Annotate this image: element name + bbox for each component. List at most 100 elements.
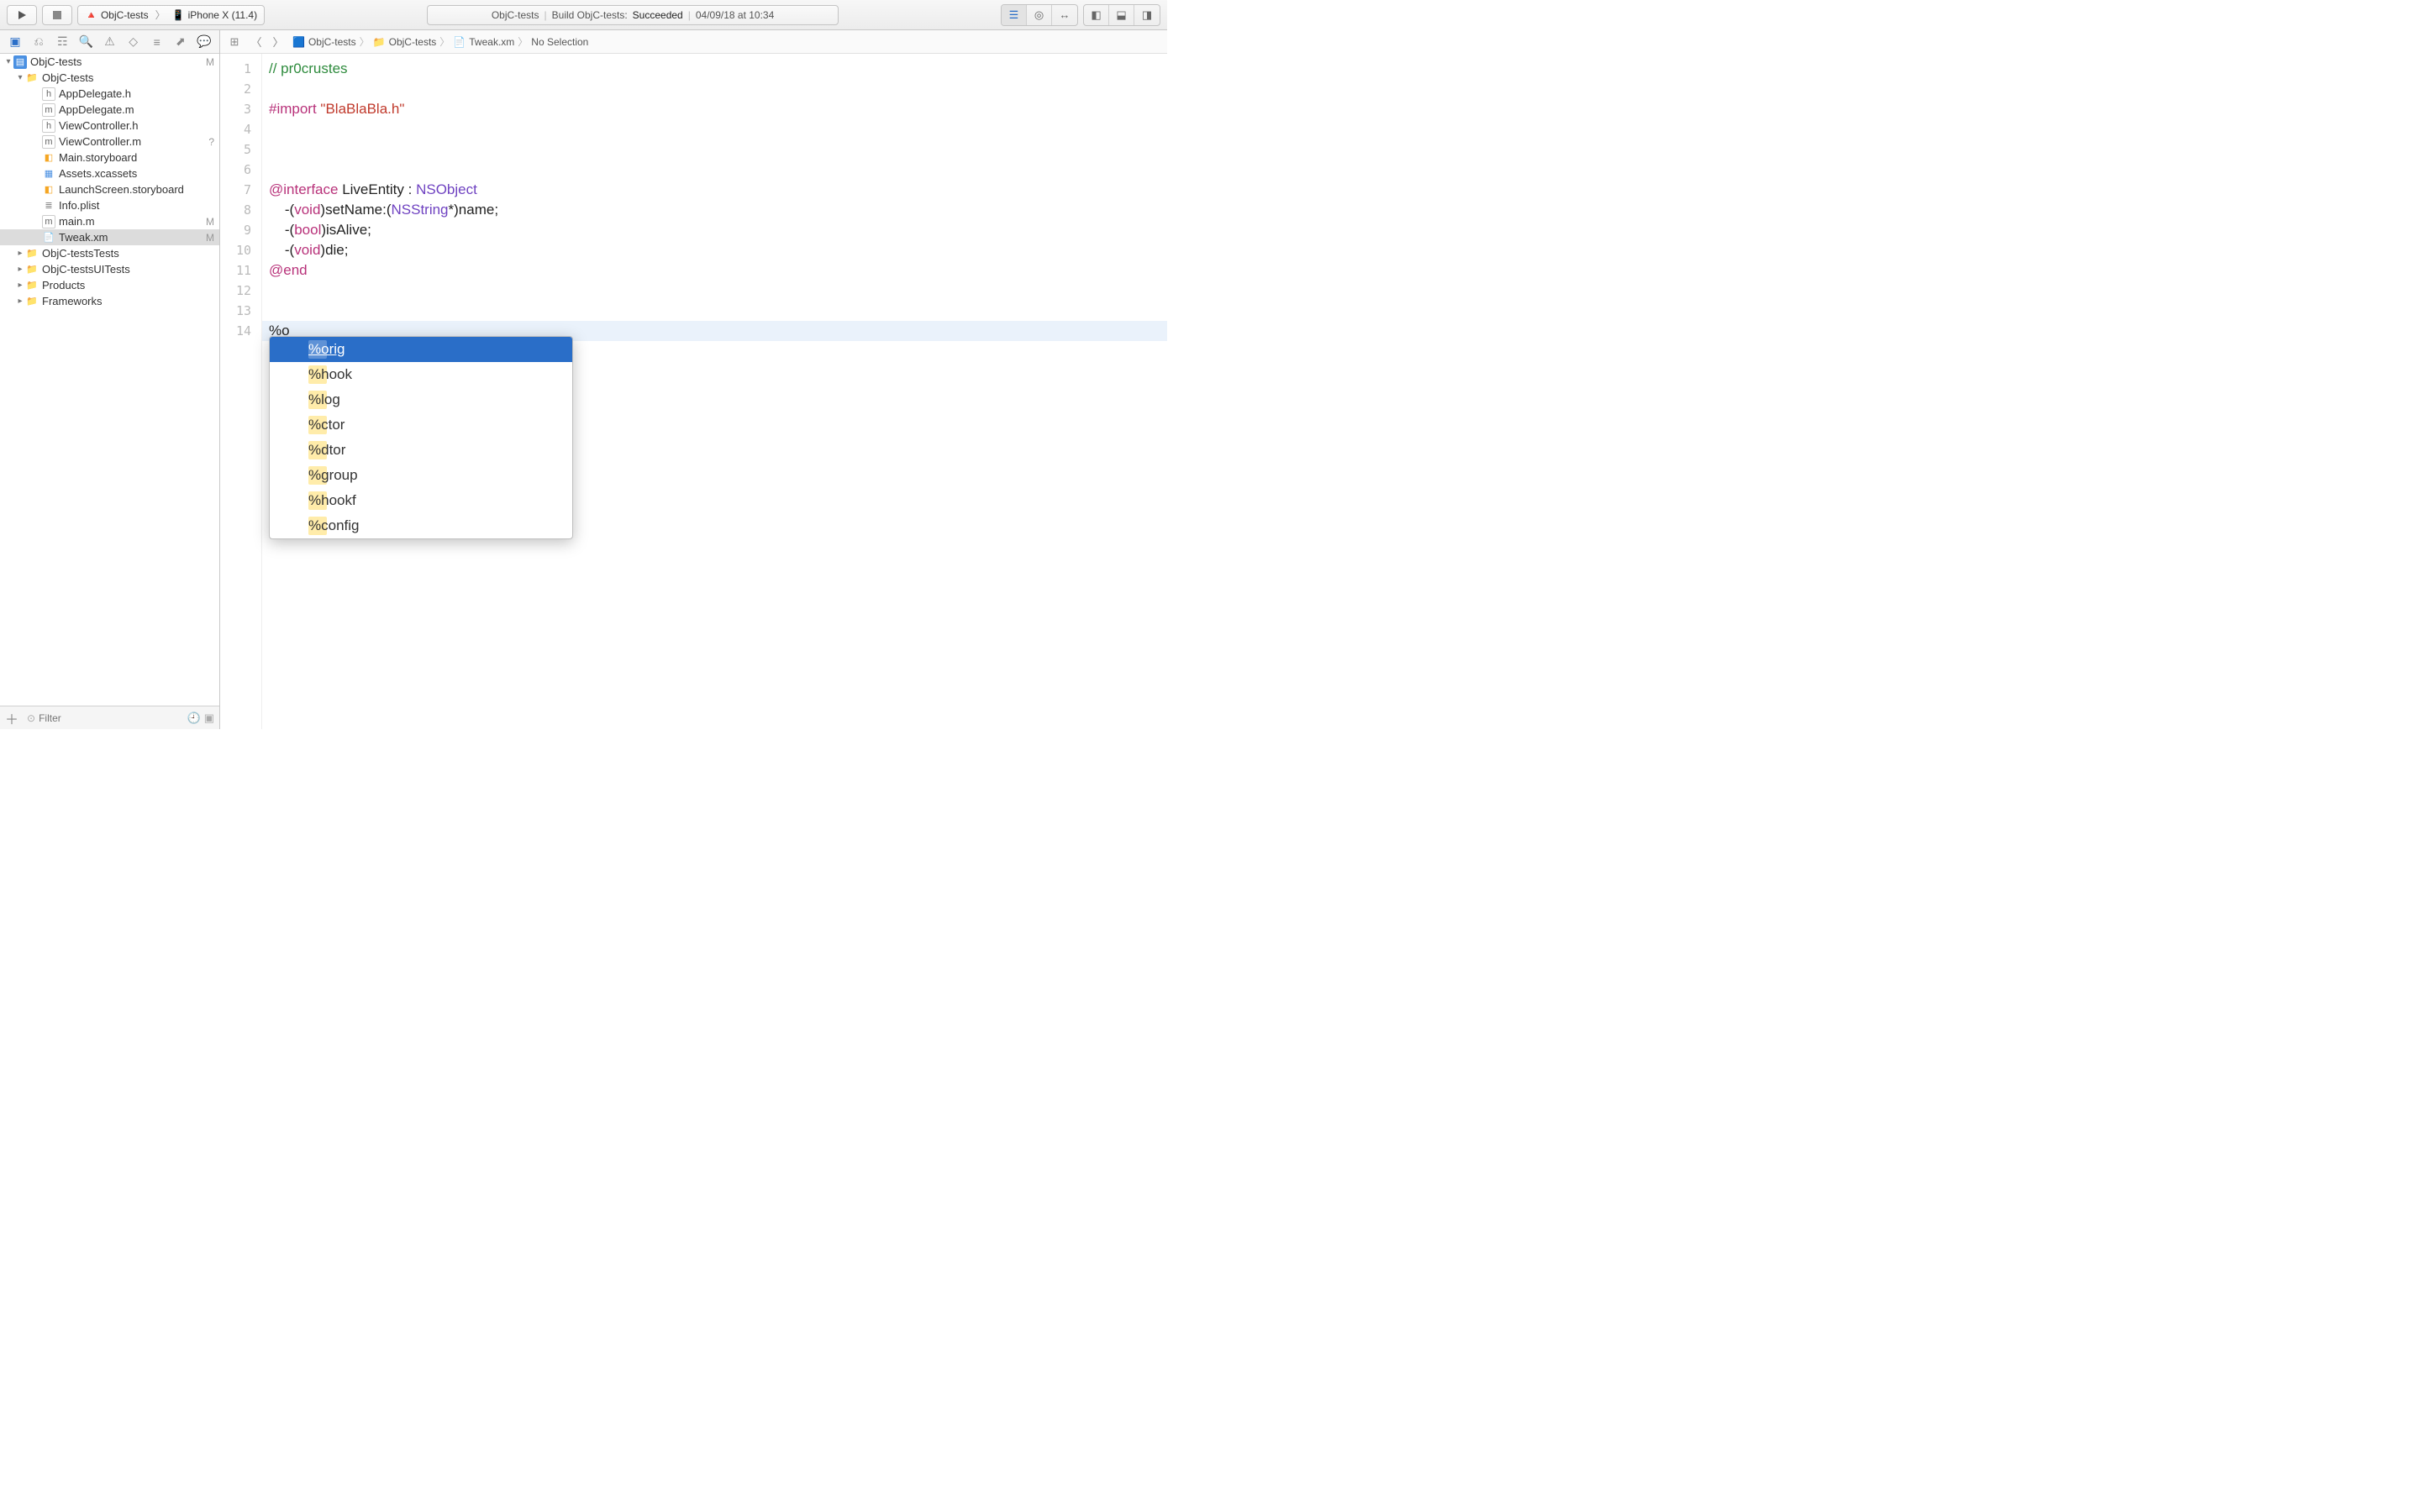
line-number[interactable]: 5 bbox=[220, 139, 261, 160]
source-control-navigator-tab[interactable]: ⎌ bbox=[29, 33, 48, 51]
disclosure-triangle[interactable]: ▸ bbox=[15, 265, 25, 274]
pipe-separator: | bbox=[544, 9, 547, 21]
line-number[interactable]: 9 bbox=[220, 220, 261, 240]
tree-row[interactable]: ▸📁Products bbox=[0, 277, 219, 293]
line-gutter[interactable]: 1234567891011121314 bbox=[220, 54, 262, 729]
disclosure-triangle[interactable]: ▸ bbox=[15, 297, 25, 306]
toggle-navigator-button[interactable]: ◧ bbox=[1084, 5, 1109, 25]
tree-row[interactable]: 📄Tweak.xmM bbox=[0, 229, 219, 245]
report-navigator-tab[interactable]: 💬 bbox=[195, 33, 213, 51]
line-number[interactable]: 10 bbox=[220, 240, 261, 260]
toggle-debug-button[interactable]: ⬓ bbox=[1109, 5, 1134, 25]
scheme-selector[interactable]: 🔺 ObjC-tests 〉 📱 iPhone X (11.4) bbox=[77, 5, 265, 25]
assistant-editor-button[interactable]: ◎ bbox=[1027, 5, 1052, 25]
file-label: ViewController.h bbox=[59, 119, 211, 132]
disclosure-triangle[interactable]: ▸ bbox=[15, 281, 25, 290]
find-navigator-tab[interactable]: 🔍 bbox=[76, 33, 95, 51]
file-icon: m bbox=[42, 135, 55, 149]
completion-text: %group bbox=[308, 465, 358, 486]
activity-timestamp: 04/09/18 at 10:34 bbox=[696, 9, 774, 21]
filter-input[interactable] bbox=[39, 712, 178, 724]
breakpoint-navigator-tab[interactable]: ⬈ bbox=[171, 33, 190, 51]
tree-row[interactable]: mViewController.m? bbox=[0, 134, 219, 150]
code-line[interactable] bbox=[262, 160, 1167, 180]
tree-row[interactable]: ▸📁Frameworks bbox=[0, 293, 219, 309]
code-line[interactable] bbox=[262, 139, 1167, 160]
line-number[interactable]: 12 bbox=[220, 281, 261, 301]
tree-row[interactable]: ▸📁ObjC-testsUITests bbox=[0, 261, 219, 277]
tree-row[interactable]: ▾📁ObjC-tests bbox=[0, 70, 219, 86]
autocomplete-row[interactable]: %ctor bbox=[270, 412, 572, 438]
line-number[interactable]: 8 bbox=[220, 200, 261, 220]
line-number[interactable]: 6 bbox=[220, 160, 261, 180]
code-line[interactable] bbox=[262, 281, 1167, 301]
tree-row[interactable]: ◧LaunchScreen.storyboard bbox=[0, 181, 219, 197]
line-number[interactable]: 1 bbox=[220, 59, 261, 79]
code-line[interactable] bbox=[262, 119, 1167, 139]
tree-row[interactable]: hViewController.h bbox=[0, 118, 219, 134]
line-number[interactable]: 13 bbox=[220, 301, 261, 321]
autocomplete-row[interactable]: %orig bbox=[270, 337, 572, 362]
crumb-project[interactable]: ObjC-tests bbox=[308, 36, 356, 48]
back-button[interactable]: 〈 bbox=[249, 34, 264, 50]
add-button[interactable]: ＋ bbox=[5, 708, 18, 728]
disclosure-triangle[interactable]: ▸ bbox=[15, 249, 25, 258]
autocomplete-row[interactable]: %log bbox=[270, 387, 572, 412]
symbol-navigator-tab[interactable]: ☶ bbox=[53, 33, 71, 51]
forward-button[interactable]: 〉 bbox=[271, 34, 286, 50]
code-line[interactable]: -(void)setName:(NSString*)name; bbox=[262, 200, 1167, 220]
issue-navigator-tab[interactable]: ⚠ bbox=[100, 33, 118, 51]
code-line[interactable]: #import "BlaBlaBla.h" bbox=[262, 99, 1167, 119]
line-number[interactable]: 14 bbox=[220, 321, 261, 341]
crumb-file[interactable]: Tweak.xm bbox=[469, 36, 514, 48]
code-line[interactable]: -(bool)isAlive; bbox=[262, 220, 1167, 240]
disclosure-triangle[interactable]: ▾ bbox=[15, 73, 25, 82]
xcode-target-icon: 🔺 bbox=[85, 9, 97, 21]
tree-row[interactable]: mAppDelegate.m bbox=[0, 102, 219, 118]
crumb-symbol[interactable]: No Selection bbox=[531, 36, 588, 48]
code-editor[interactable]: // pr0crustes #import "BlaBlaBla.h" @inter… bbox=[262, 54, 1167, 729]
file-icon: m bbox=[42, 215, 55, 228]
debug-navigator-tab[interactable]: ≡ bbox=[148, 33, 166, 51]
standard-editor-button[interactable]: ☰ bbox=[1002, 5, 1027, 25]
code-line[interactable]: @end bbox=[262, 260, 1167, 281]
autocomplete-popup[interactable]: %orig%hook%log%ctor%dtor%group%hookf%con… bbox=[269, 336, 573, 539]
toggle-utilities-button[interactable]: ◨ bbox=[1134, 5, 1160, 25]
line-number[interactable]: 11 bbox=[220, 260, 261, 281]
recent-filter-button[interactable]: 🕘 bbox=[187, 711, 201, 725]
crumb-folder[interactable]: ObjC-tests bbox=[389, 36, 437, 48]
tree-row[interactable]: ▦Assets.xcassets bbox=[0, 165, 219, 181]
activity-viewer[interactable]: ObjC-tests | Build ObjC-tests: Succeeded… bbox=[427, 5, 839, 25]
stop-button[interactable] bbox=[42, 5, 72, 25]
chevron-right-icon: 〉 bbox=[360, 34, 370, 49]
line-number[interactable]: 2 bbox=[220, 79, 261, 99]
test-navigator-tab[interactable]: ◇ bbox=[124, 33, 143, 51]
tree-row[interactable]: ▾▤ObjC-testsM bbox=[0, 54, 219, 70]
tree-row[interactable]: mmain.mM bbox=[0, 213, 219, 229]
autocomplete-row[interactable]: %group bbox=[270, 463, 572, 488]
autocomplete-row[interactable]: %hookf bbox=[270, 488, 572, 513]
tree-row[interactable]: ≣Info.plist bbox=[0, 197, 219, 213]
line-number[interactable]: 3 bbox=[220, 99, 261, 119]
tree-row[interactable]: hAppDelegate.h bbox=[0, 86, 219, 102]
code-line[interactable] bbox=[262, 79, 1167, 99]
code-line[interactable]: // pr0crustes bbox=[262, 59, 1167, 79]
code-line[interactable]: @interface LiveEntity : NSObject bbox=[262, 180, 1167, 200]
autocomplete-row[interactable]: %dtor bbox=[270, 438, 572, 463]
breadcrumb[interactable]: 🟦 ObjC-tests 〉 📁 ObjC-tests 〉 📄 Tweak.xm… bbox=[292, 34, 588, 49]
code-line[interactable]: -(void)die; bbox=[262, 240, 1167, 260]
project-navigator-tab[interactable]: ▣ bbox=[6, 33, 24, 51]
scm-filter-button[interactable]: ▣ bbox=[204, 711, 214, 725]
tree-row[interactable]: ◧Main.storyboard bbox=[0, 150, 219, 165]
run-button[interactable] bbox=[7, 5, 37, 25]
tree-row[interactable]: ▸📁ObjC-testsTests bbox=[0, 245, 219, 261]
code-line[interactable] bbox=[262, 301, 1167, 321]
related-items-button[interactable]: ⊞ bbox=[227, 35, 242, 49]
disclosure-triangle[interactable]: ▾ bbox=[3, 57, 13, 66]
line-number[interactable]: 4 bbox=[220, 119, 261, 139]
file-tree[interactable]: ▾▤ObjC-testsM▾📁ObjC-testshAppDelegate.hm… bbox=[0, 54, 219, 706]
version-editor-button[interactable]: ↔ bbox=[1052, 5, 1077, 25]
line-number[interactable]: 7 bbox=[220, 180, 261, 200]
autocomplete-row[interactable]: %hook bbox=[270, 362, 572, 387]
autocomplete-row[interactable]: %config bbox=[270, 513, 572, 538]
